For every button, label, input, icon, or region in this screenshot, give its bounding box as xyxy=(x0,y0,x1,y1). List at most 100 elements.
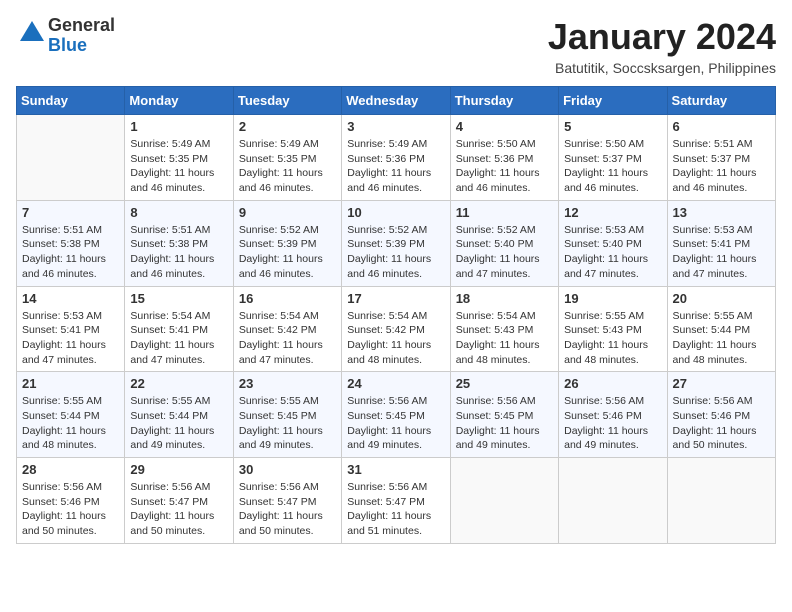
day-info: Sunrise: 5:56 AM Sunset: 5:47 PM Dayligh… xyxy=(130,480,227,539)
logo: General Blue xyxy=(16,16,115,56)
calendar-cell: 24 Sunrise: 5:56 AM Sunset: 5:45 PM Dayli… xyxy=(342,372,450,458)
day-info: Sunrise: 5:49 AM Sunset: 5:35 PM Dayligh… xyxy=(239,137,336,196)
day-number: 27 xyxy=(673,376,770,391)
calendar-cell: 12Sunrise: 5:53 AM Sunset: 5:40 PM Dayli… xyxy=(559,200,667,286)
day-number: 9 xyxy=(239,205,336,220)
day-number: 17 xyxy=(347,291,444,306)
calendar-cell: 26 Sunrise: 5:56 AM Sunset: 5:46 PM Dayli… xyxy=(559,372,667,458)
calendar-cell: 17 Sunrise: 5:54 AM Sunset: 5:42 PM Dayli… xyxy=(342,286,450,372)
calendar-cell: 10 Sunrise: 5:52 AM Sunset: 5:39 PM Dayli… xyxy=(342,200,450,286)
day-info: Sunrise: 5:53 AM Sunset: 5:41 PM Dayligh… xyxy=(673,223,770,282)
calendar-cell: 27 Sunrise: 5:56 AM Sunset: 5:46 PM Dayli… xyxy=(667,372,775,458)
day-header-friday: Friday xyxy=(559,87,667,115)
day-info: Sunrise: 5:55 AM Sunset: 5:44 PM Dayligh… xyxy=(130,394,227,453)
calendar-table: SundayMondayTuesdayWednesdayThursdayFrid… xyxy=(16,86,776,544)
calendar-cell: 7 Sunrise: 5:51 AM Sunset: 5:38 PM Daylig… xyxy=(17,200,125,286)
day-number: 8 xyxy=(130,205,227,220)
day-number: 22 xyxy=(130,376,227,391)
calendar-cell: 29 Sunrise: 5:56 AM Sunset: 5:47 PM Dayli… xyxy=(125,458,233,544)
calendar-cell: 20 Sunrise: 5:55 AM Sunset: 5:44 PM Dayli… xyxy=(667,286,775,372)
day-header-thursday: Thursday xyxy=(450,87,558,115)
day-info: Sunrise: 5:51 AM Sunset: 5:38 PM Dayligh… xyxy=(22,223,119,282)
day-info: Sunrise: 5:54 AM Sunset: 5:42 PM Dayligh… xyxy=(239,309,336,368)
day-info: Sunrise: 5:49 AM Sunset: 5:35 PM Dayligh… xyxy=(130,137,227,196)
logo-text: General Blue xyxy=(48,16,115,56)
calendar-cell xyxy=(559,458,667,544)
day-info: Sunrise: 5:55 AM Sunset: 5:45 PM Dayligh… xyxy=(239,394,336,453)
calendar-cell: 18Sunrise: 5:54 AM Sunset: 5:43 PM Dayli… xyxy=(450,286,558,372)
day-header-saturday: Saturday xyxy=(667,87,775,115)
logo-line2: Blue xyxy=(48,36,115,56)
calendar-cell: 13Sunrise: 5:53 AM Sunset: 5:41 PM Dayli… xyxy=(667,200,775,286)
day-number: 4 xyxy=(456,119,553,134)
calendar-cell: 6 Sunrise: 5:51 AM Sunset: 5:37 PM Daylig… xyxy=(667,115,775,201)
day-number: 7 xyxy=(22,205,119,220)
day-header-tuesday: Tuesday xyxy=(233,87,341,115)
calendar-cell: 14 Sunrise: 5:53 AM Sunset: 5:41 PM Dayli… xyxy=(17,286,125,372)
day-info: Sunrise: 5:56 AM Sunset: 5:45 PM Dayligh… xyxy=(456,394,553,453)
day-info: Sunrise: 5:56 AM Sunset: 5:46 PM Dayligh… xyxy=(564,394,661,453)
day-number: 10 xyxy=(347,205,444,220)
calendar-cell: 28 Sunrise: 5:56 AM Sunset: 5:46 PM Dayli… xyxy=(17,458,125,544)
day-info: Sunrise: 5:55 AM Sunset: 5:43 PM Dayligh… xyxy=(564,309,661,368)
day-number: 3 xyxy=(347,119,444,134)
calendar-cell: 8 Sunrise: 5:51 AM Sunset: 5:38 PM Daylig… xyxy=(125,200,233,286)
day-header-sunday: Sunday xyxy=(17,87,125,115)
day-number: 6 xyxy=(673,119,770,134)
day-info: Sunrise: 5:51 AM Sunset: 5:38 PM Dayligh… xyxy=(130,223,227,282)
day-info: Sunrise: 5:56 AM Sunset: 5:46 PM Dayligh… xyxy=(22,480,119,539)
calendar-cell: 22 Sunrise: 5:55 AM Sunset: 5:44 PM Dayli… xyxy=(125,372,233,458)
day-number: 11 xyxy=(456,205,553,220)
day-number: 28 xyxy=(22,462,119,477)
day-info: Sunrise: 5:51 AM Sunset: 5:37 PM Dayligh… xyxy=(673,137,770,196)
day-header-wednesday: Wednesday xyxy=(342,87,450,115)
calendar-cell: 19 Sunrise: 5:55 AM Sunset: 5:43 PM Dayli… xyxy=(559,286,667,372)
calendar-header-row: SundayMondayTuesdayWednesdayThursdayFrid… xyxy=(17,87,776,115)
day-number: 19 xyxy=(564,291,661,306)
calendar-cell: 4 Sunrise: 5:50 AM Sunset: 5:36 PM Daylig… xyxy=(450,115,558,201)
day-number: 24 xyxy=(347,376,444,391)
calendar-cell xyxy=(450,458,558,544)
calendar-cell: 31Sunrise: 5:56 AM Sunset: 5:47 PM Dayli… xyxy=(342,458,450,544)
logo-line1: General xyxy=(48,16,115,36)
calendar-cell: 5Sunrise: 5:50 AM Sunset: 5:37 PM Daylig… xyxy=(559,115,667,201)
day-number: 26 xyxy=(564,376,661,391)
calendar-cell: 15Sunrise: 5:54 AM Sunset: 5:41 PM Dayli… xyxy=(125,286,233,372)
calendar-cell: 3 Sunrise: 5:49 AM Sunset: 5:36 PM Daylig… xyxy=(342,115,450,201)
day-number: 1 xyxy=(130,119,227,134)
day-number: 14 xyxy=(22,291,119,306)
day-info: Sunrise: 5:54 AM Sunset: 5:42 PM Dayligh… xyxy=(347,309,444,368)
calendar-subtitle: Batutitik, Soccsksargen, Philippines xyxy=(548,60,776,76)
day-info: Sunrise: 5:52 AM Sunset: 5:39 PM Dayligh… xyxy=(347,223,444,282)
calendar-week-5: 28 Sunrise: 5:56 AM Sunset: 5:46 PM Dayli… xyxy=(17,458,776,544)
day-number: 18 xyxy=(456,291,553,306)
day-info: Sunrise: 5:53 AM Sunset: 5:41 PM Dayligh… xyxy=(22,309,119,368)
day-info: Sunrise: 5:54 AM Sunset: 5:41 PM Dayligh… xyxy=(130,309,227,368)
calendar-cell: 16 Sunrise: 5:54 AM Sunset: 5:42 PM Dayli… xyxy=(233,286,341,372)
day-number: 29 xyxy=(130,462,227,477)
day-info: Sunrise: 5:56 AM Sunset: 5:47 PM Dayligh… xyxy=(239,480,336,539)
day-info: Sunrise: 5:52 AM Sunset: 5:40 PM Dayligh… xyxy=(456,223,553,282)
day-info: Sunrise: 5:49 AM Sunset: 5:36 PM Dayligh… xyxy=(347,137,444,196)
day-number: 21 xyxy=(22,376,119,391)
day-info: Sunrise: 5:53 AM Sunset: 5:40 PM Dayligh… xyxy=(564,223,661,282)
day-number: 20 xyxy=(673,291,770,306)
day-number: 16 xyxy=(239,291,336,306)
day-info: Sunrise: 5:50 AM Sunset: 5:37 PM Dayligh… xyxy=(564,137,661,196)
calendar-cell: 9Sunrise: 5:52 AM Sunset: 5:39 PM Daylig… xyxy=(233,200,341,286)
logo-icon xyxy=(16,17,48,49)
day-number: 23 xyxy=(239,376,336,391)
day-info: Sunrise: 5:56 AM Sunset: 5:46 PM Dayligh… xyxy=(673,394,770,453)
day-number: 25 xyxy=(456,376,553,391)
calendar-cell: 2Sunrise: 5:49 AM Sunset: 5:35 PM Daylig… xyxy=(233,115,341,201)
calendar-week-2: 7 Sunrise: 5:51 AM Sunset: 5:38 PM Daylig… xyxy=(17,200,776,286)
day-info: Sunrise: 5:56 AM Sunset: 5:45 PM Dayligh… xyxy=(347,394,444,453)
calendar-cell: 23 Sunrise: 5:55 AM Sunset: 5:45 PM Dayli… xyxy=(233,372,341,458)
calendar-cell: 11 Sunrise: 5:52 AM Sunset: 5:40 PM Dayli… xyxy=(450,200,558,286)
calendar-title: January 2024 xyxy=(548,16,776,58)
day-info: Sunrise: 5:55 AM Sunset: 5:44 PM Dayligh… xyxy=(673,309,770,368)
calendar-cell: 1 Sunrise: 5:49 AM Sunset: 5:35 PM Daylig… xyxy=(125,115,233,201)
day-number: 31 xyxy=(347,462,444,477)
day-info: Sunrise: 5:55 AM Sunset: 5:44 PM Dayligh… xyxy=(22,394,119,453)
day-info: Sunrise: 5:50 AM Sunset: 5:36 PM Dayligh… xyxy=(456,137,553,196)
